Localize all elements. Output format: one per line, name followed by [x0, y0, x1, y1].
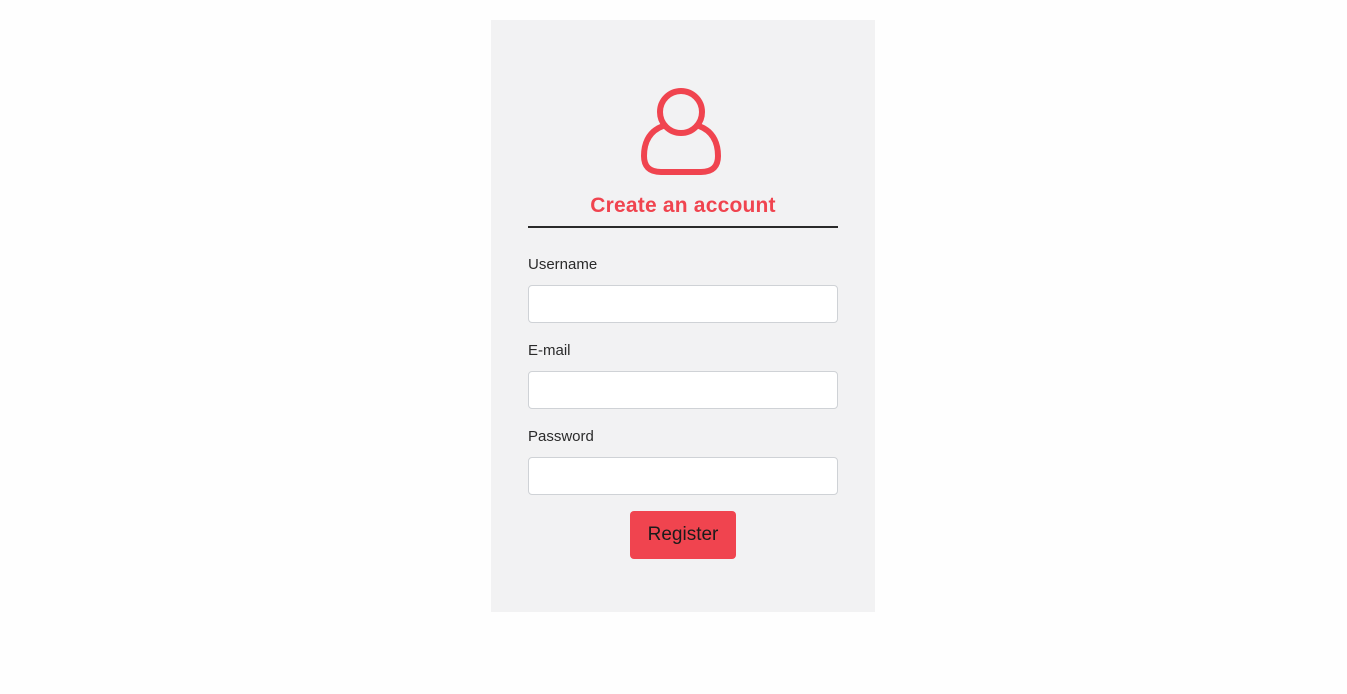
password-input[interactable]: [528, 457, 838, 495]
username-label: Username: [528, 256, 598, 273]
email-label: E-mail: [528, 342, 571, 359]
user-icon: [641, 88, 721, 175]
username-input[interactable]: [528, 285, 838, 323]
password-label: Password: [528, 428, 594, 445]
email-input[interactable]: [528, 371, 838, 409]
register-card: Create an account Username E-mail Passwo…: [491, 20, 875, 612]
register-button[interactable]: Register: [630, 511, 736, 559]
title-divider: [528, 226, 838, 228]
page-title: Create an account: [590, 194, 776, 217]
